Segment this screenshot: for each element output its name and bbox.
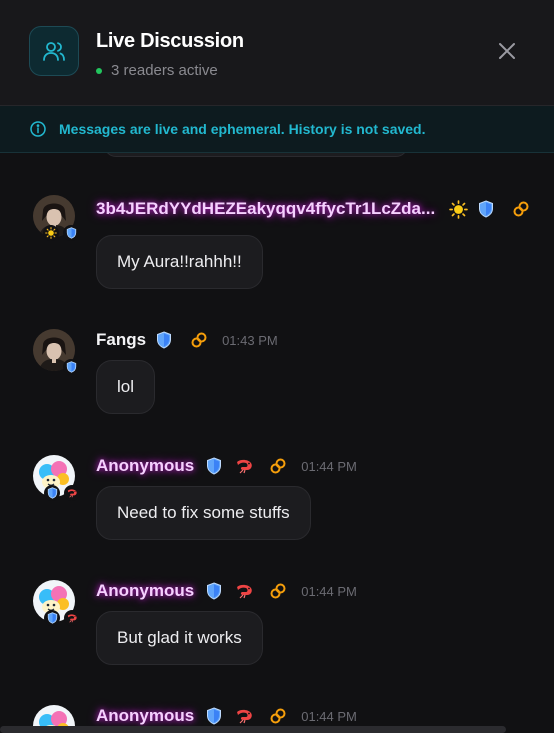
username[interactable]: Anonymous [96, 456, 194, 476]
link-icon [269, 707, 287, 725]
shrimp-icon [64, 610, 80, 626]
shield-icon [63, 225, 79, 241]
message-bubble: My Aura!!rahhh!! [96, 235, 263, 289]
shield-icon [156, 331, 172, 349]
username[interactable]: Anonymous [96, 581, 194, 601]
shield-icon [478, 200, 494, 218]
readers-status: 3 readers active [96, 62, 218, 79]
close-icon [499, 43, 515, 59]
sun-icon [43, 225, 59, 241]
shrimp-icon [64, 485, 80, 501]
link-icon [269, 457, 287, 475]
avatar[interactable] [33, 580, 80, 626]
chat-header: Live Discussion 3 readers active [0, 0, 554, 106]
avatar[interactable] [33, 195, 79, 241]
notice-text: Messages are live and ephemeral. History… [59, 121, 426, 137]
message-feed[interactable]: 3b4JERdYYdHEZEakyqqv4ffycTr1LcZda... My … [0, 153, 554, 733]
timestamp: 01:43 PM [222, 332, 278, 348]
page-title: Live Discussion [96, 30, 244, 52]
timestamp: 01:44 PM [301, 708, 357, 724]
shield-icon [206, 457, 222, 475]
shrimp-icon [234, 583, 254, 599]
message-meta: 3b4JERdYYdHEZEakyqqv4ffycTr1LcZda... [96, 198, 530, 220]
link-icon [190, 331, 208, 349]
shield-icon [44, 485, 60, 501]
info-icon [30, 121, 46, 137]
message-meta: Anonymous 01:44 PM [96, 705, 357, 727]
horizontal-scrollbar[interactable] [0, 726, 506, 733]
message-bubble: But glad it works [96, 611, 263, 665]
message-bubble [104, 153, 408, 157]
username[interactable]: 3b4JERdYYdHEZEakyqqv4ffycTr1LcZda... [96, 199, 435, 219]
users-icon [29, 26, 79, 76]
avatar[interactable] [33, 329, 79, 375]
message-bubble: lol [96, 360, 156, 414]
sun-icon [449, 200, 468, 219]
shrimp-icon [234, 708, 254, 724]
message-meta: Anonymous 01:44 PM [96, 580, 357, 602]
close-button[interactable] [494, 38, 520, 64]
link-icon [269, 582, 287, 600]
timestamp: 01:44 PM [301, 458, 357, 474]
message-meta: Anonymous 01:44 PM [96, 455, 357, 477]
shield-icon [44, 610, 60, 626]
shield-icon [63, 359, 79, 375]
avatar[interactable] [33, 455, 80, 501]
online-dot-icon [96, 67, 102, 74]
ephemeral-notice: Messages are live and ephemeral. History… [0, 106, 554, 153]
timestamp: 01:44 PM [301, 583, 357, 599]
readers-count: 3 readers active [111, 62, 218, 79]
shield-icon [206, 582, 222, 600]
shield-icon [206, 707, 222, 725]
shrimp-icon [234, 458, 254, 474]
username[interactable]: Fangs [96, 330, 146, 350]
message-meta: Fangs 01:43 PM [96, 329, 278, 351]
username[interactable]: Anonymous [96, 706, 194, 726]
link-icon [512, 200, 530, 218]
message-bubble: Need to fix some stuffs [96, 486, 311, 540]
